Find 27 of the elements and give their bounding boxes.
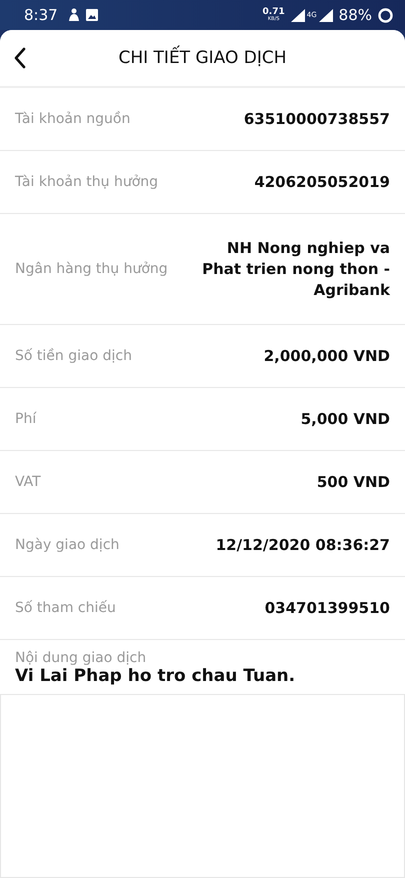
speed-value: 0.71 (262, 8, 285, 17)
field-label: VAT (15, 474, 41, 490)
field-value: 12/12/2020 08:36:27 (216, 534, 390, 556)
field-label: Số tham chiếu (15, 600, 116, 616)
signal-icon (318, 8, 333, 22)
image-icon (86, 9, 98, 21)
field-value: 4206205052019 (254, 172, 390, 192)
signal-icon (290, 8, 305, 22)
page-title: CHI TIẾT GIAO DỊCH (30, 48, 375, 68)
field-value: 500 VND (316, 472, 390, 492)
field-label: Nội dung giao dịch (15, 650, 148, 666)
field-label: Tài khoản nguồn (15, 111, 130, 127)
field-value: Vi Lai Phap ho tro chau Tuan. (15, 666, 296, 686)
field-value: 2,000,000 VND (264, 346, 390, 366)
field-label: Ngày giao dịch (15, 537, 120, 553)
field-label: Số tiền giao dịch (15, 348, 132, 364)
field-label: Ngân hàng thụ hưởng (15, 261, 168, 277)
field-label: Tài khoản thụ hưởng (15, 174, 158, 190)
field-value: 5,000 VND (300, 408, 390, 430)
person-icon (68, 8, 80, 22)
field-value: NH Nong nghiep va Phat trien nong thon - Agribank (201, 238, 390, 300)
field-label: Phí (15, 411, 36, 427)
field-value: 034701399510 (264, 598, 390, 618)
field-value: 63510000738557 (244, 108, 390, 130)
battery-ring-icon (378, 8, 393, 22)
battery-percent: 88% (338, 6, 372, 24)
clock-time: 8:37 (24, 6, 58, 24)
